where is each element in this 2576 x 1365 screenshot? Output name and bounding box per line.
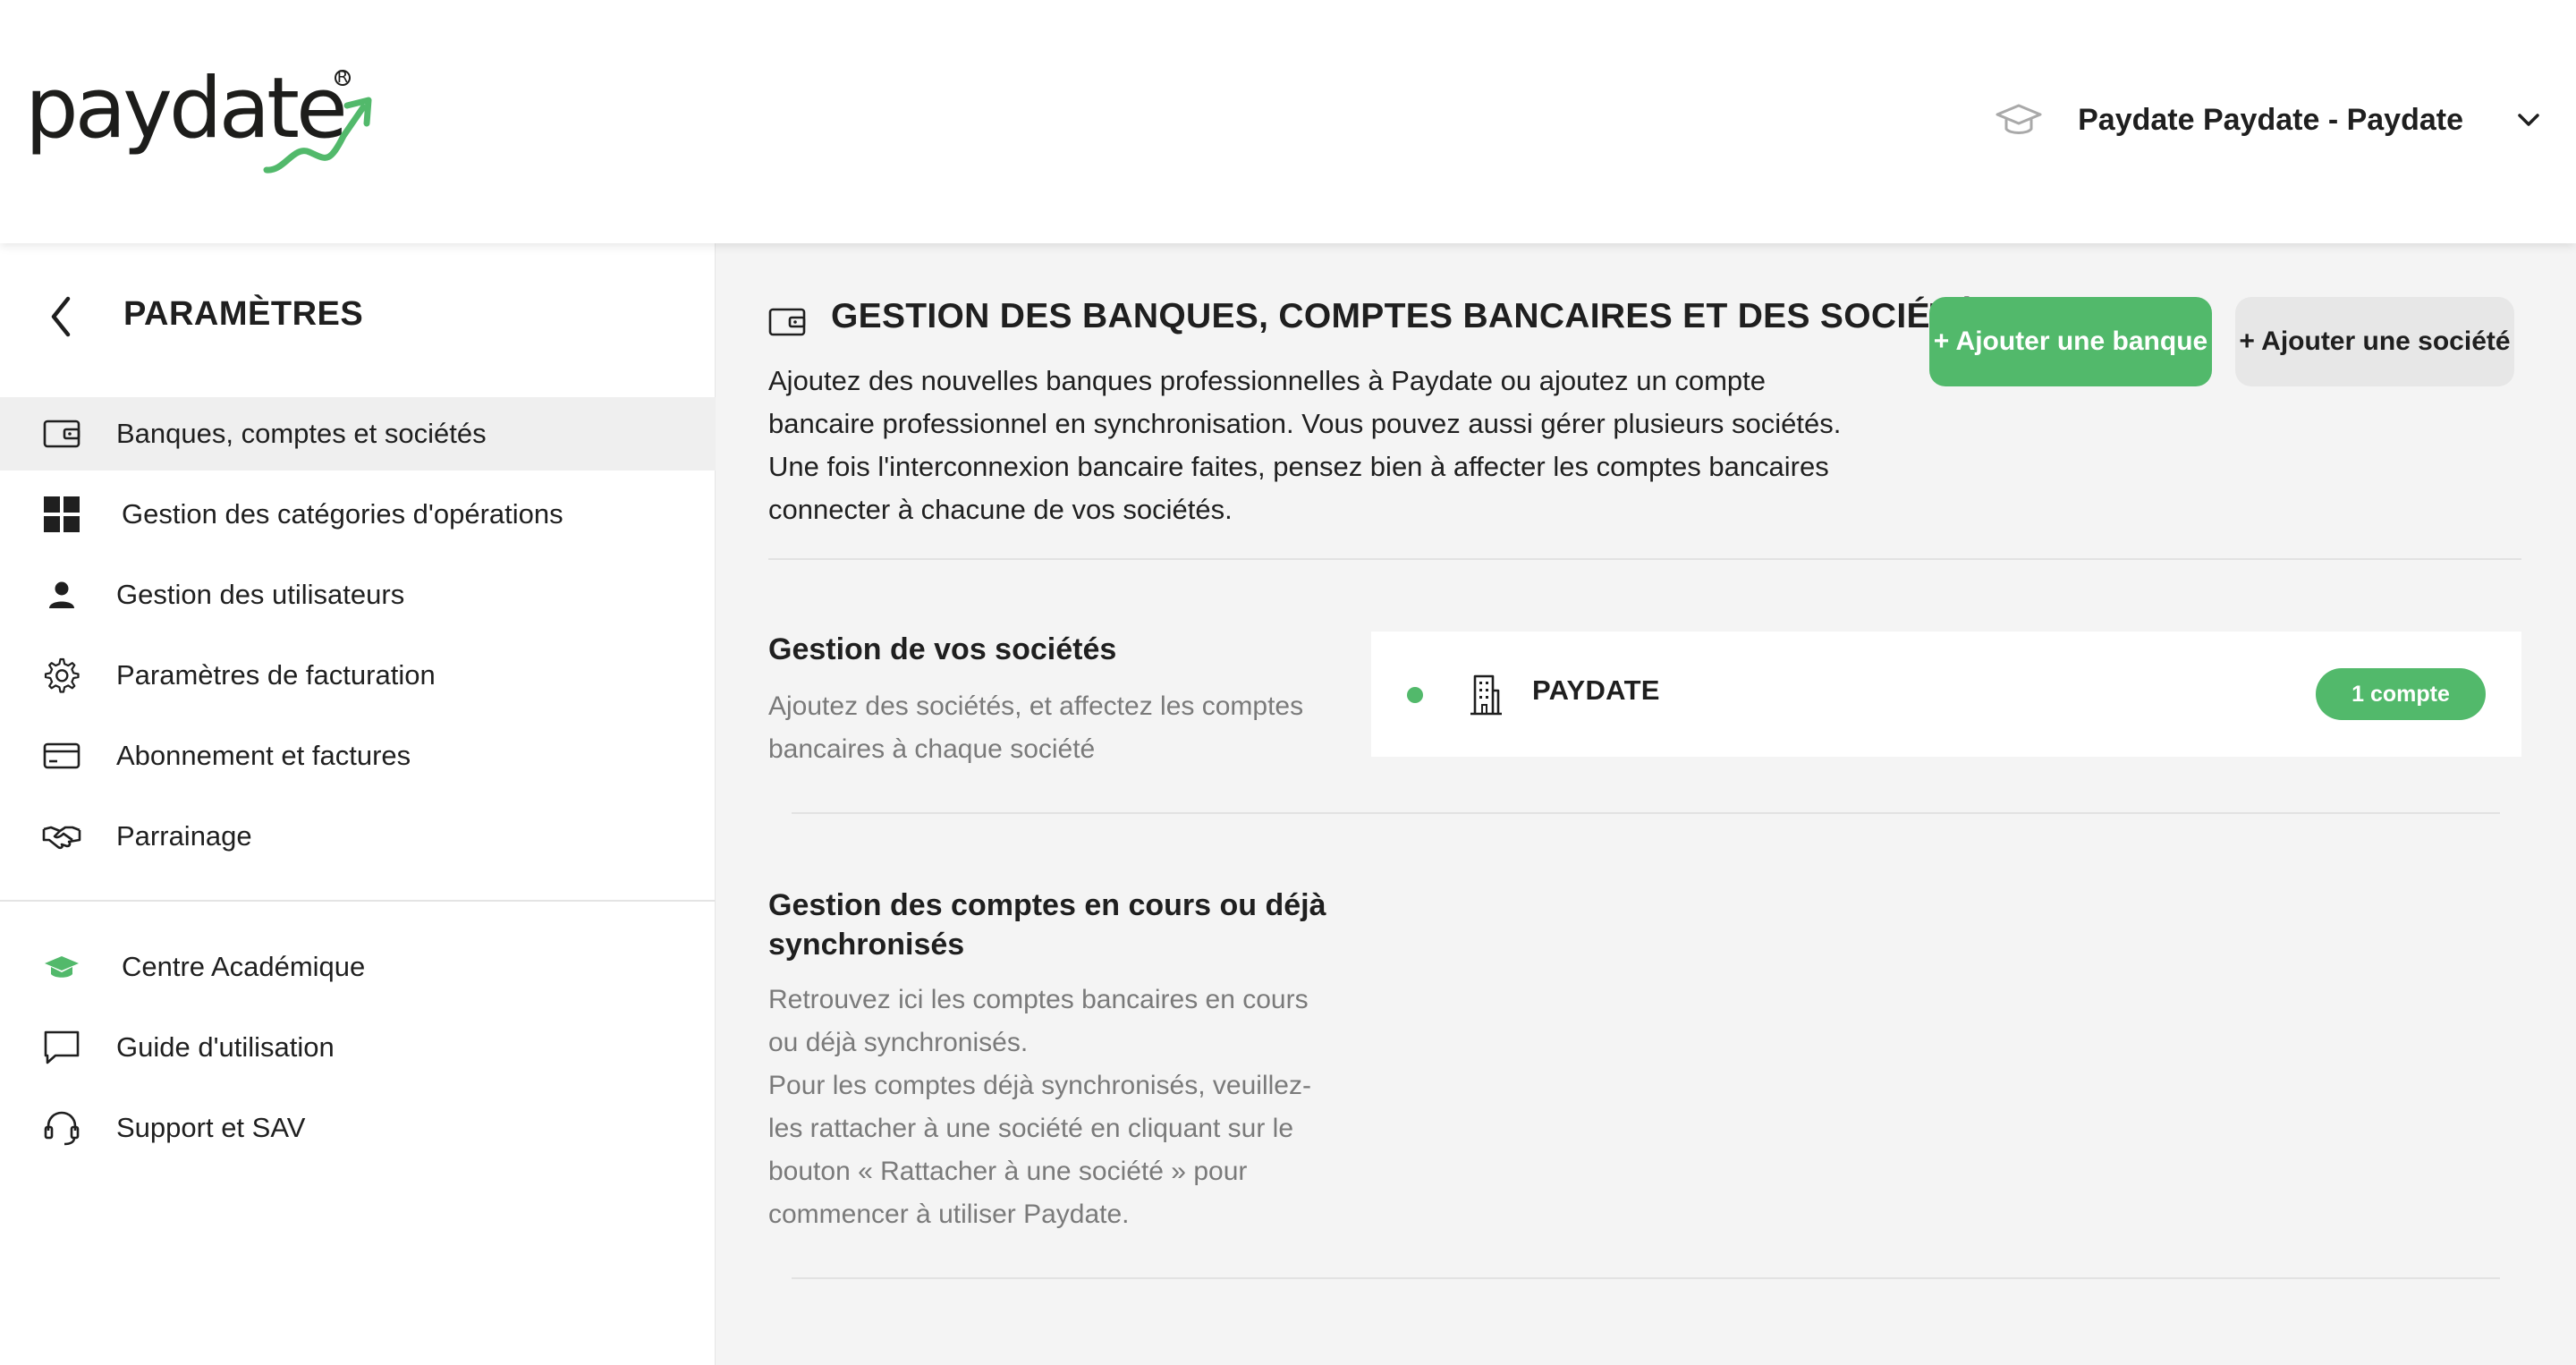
companies-section-description: Ajoutez des sociétés, et affectez les co… [768, 691, 1304, 764]
sidebar-title: PARAMÈTRES [123, 295, 364, 333]
logo-arrow-icon [263, 97, 372, 174]
accounts-section-title: Gestion des comptes en cours ou déjà syn… [768, 888, 1326, 962]
accounts-section-description: Retrouvez ici les comptes bancaires en c… [768, 979, 1323, 1236]
sidebar-item-guide[interactable]: Guide d'utilisation [0, 1011, 716, 1084]
user-icon [41, 574, 82, 615]
sidebar-item-support[interactable]: Support et SAV [0, 1091, 716, 1165]
wallet-icon [768, 308, 806, 336]
settings-sidebar: PARAMÈTRES Banques, comptes et sociétés … [0, 243, 716, 1365]
company-row[interactable]: PAYDATE 1 compte [1371, 632, 2521, 757]
building-icon [1470, 674, 1502, 716]
section-divider [768, 558, 2521, 560]
sidebar-header: PARAMÈTRES [0, 290, 716, 343]
sidebar-item-referral[interactable]: Parrainage [0, 800, 716, 873]
paydate-logo[interactable]: paydate R [25, 64, 372, 174]
accounts-description-line-2: Pour les comptes déjà synchronisés, veui… [768, 1071, 1311, 1229]
sidebar-item-label: Paramètres de facturation [116, 659, 436, 691]
grid-icon [41, 494, 82, 535]
chat-bubble-icon [41, 1027, 82, 1068]
sidebar-item-label: Guide d'utilisation [116, 1031, 335, 1063]
companies-section-title: Gestion de vos sociétés [768, 632, 1117, 666]
sidebar-item-label: Gestion des catégories d'opérations [122, 498, 564, 530]
chevron-left-icon[interactable] [45, 293, 77, 340]
add-company-button[interactable]: + Ajouter une société [2235, 297, 2514, 386]
sidebar-item-billing-settings[interactable]: Paramètres de facturation [0, 639, 716, 712]
top-header: paydate R Paydate Paydate - Paydate [0, 0, 2576, 243]
status-dot [1407, 687, 1423, 703]
wallet-icon [41, 413, 82, 454]
sidebar-item-banques[interactable]: Banques, comptes et sociétés [0, 397, 716, 471]
sidebar-item-academy[interactable]: Centre Académique [0, 930, 716, 1004]
page-description: Ajoutez des nouvelles banques profession… [768, 365, 1842, 525]
page-title: GESTION DES BANQUES, COMPTES BANCAIRES E… [831, 297, 1999, 335]
account-name: Paydate Paydate - Paydate [2078, 102, 2463, 137]
sidebar-item-subscription[interactable]: Abonnement et factures [0, 719, 716, 793]
credit-card-icon [41, 735, 82, 776]
headset-icon [41, 1107, 82, 1149]
gear-icon [41, 655, 82, 696]
company-name: PAYDATE [1532, 674, 1660, 706]
section-divider [792, 1277, 2500, 1279]
graduation-cap-icon [41, 946, 82, 988]
handshake-icon [41, 816, 82, 857]
sidebar-item-label: Support et SAV [116, 1112, 306, 1143]
chevron-down-icon[interactable] [2513, 105, 2544, 135]
add-bank-button[interactable]: + Ajouter une banque [1929, 297, 2212, 386]
graduation-cap-icon [1996, 104, 2042, 134]
account-switcher[interactable]: Paydate Paydate - Paydate [1994, 93, 2544, 147]
account-count-badge[interactable]: 1 compte [2316, 668, 2486, 720]
sidebar-item-label: Abonnement et factures [116, 740, 411, 771]
sidebar-item-users[interactable]: Gestion des utilisateurs [0, 558, 716, 632]
sidebar-item-label: Gestion des utilisateurs [116, 579, 405, 610]
sidebar-item-label: Banques, comptes et sociétés [116, 418, 487, 449]
section-divider [792, 812, 2500, 814]
sidebar-item-label: Centre Académique [122, 951, 366, 982]
sidebar-divider [0, 900, 716, 902]
sidebar-item-categories[interactable]: Gestion des catégories d'opérations [0, 478, 716, 551]
accounts-description-line-1: Retrouvez ici les comptes bancaires en c… [768, 985, 1309, 1057]
main-content: GESTION DES BANQUES, COMPTES BANCAIRES E… [716, 243, 2576, 1365]
sidebar-item-label: Parrainage [116, 820, 252, 852]
